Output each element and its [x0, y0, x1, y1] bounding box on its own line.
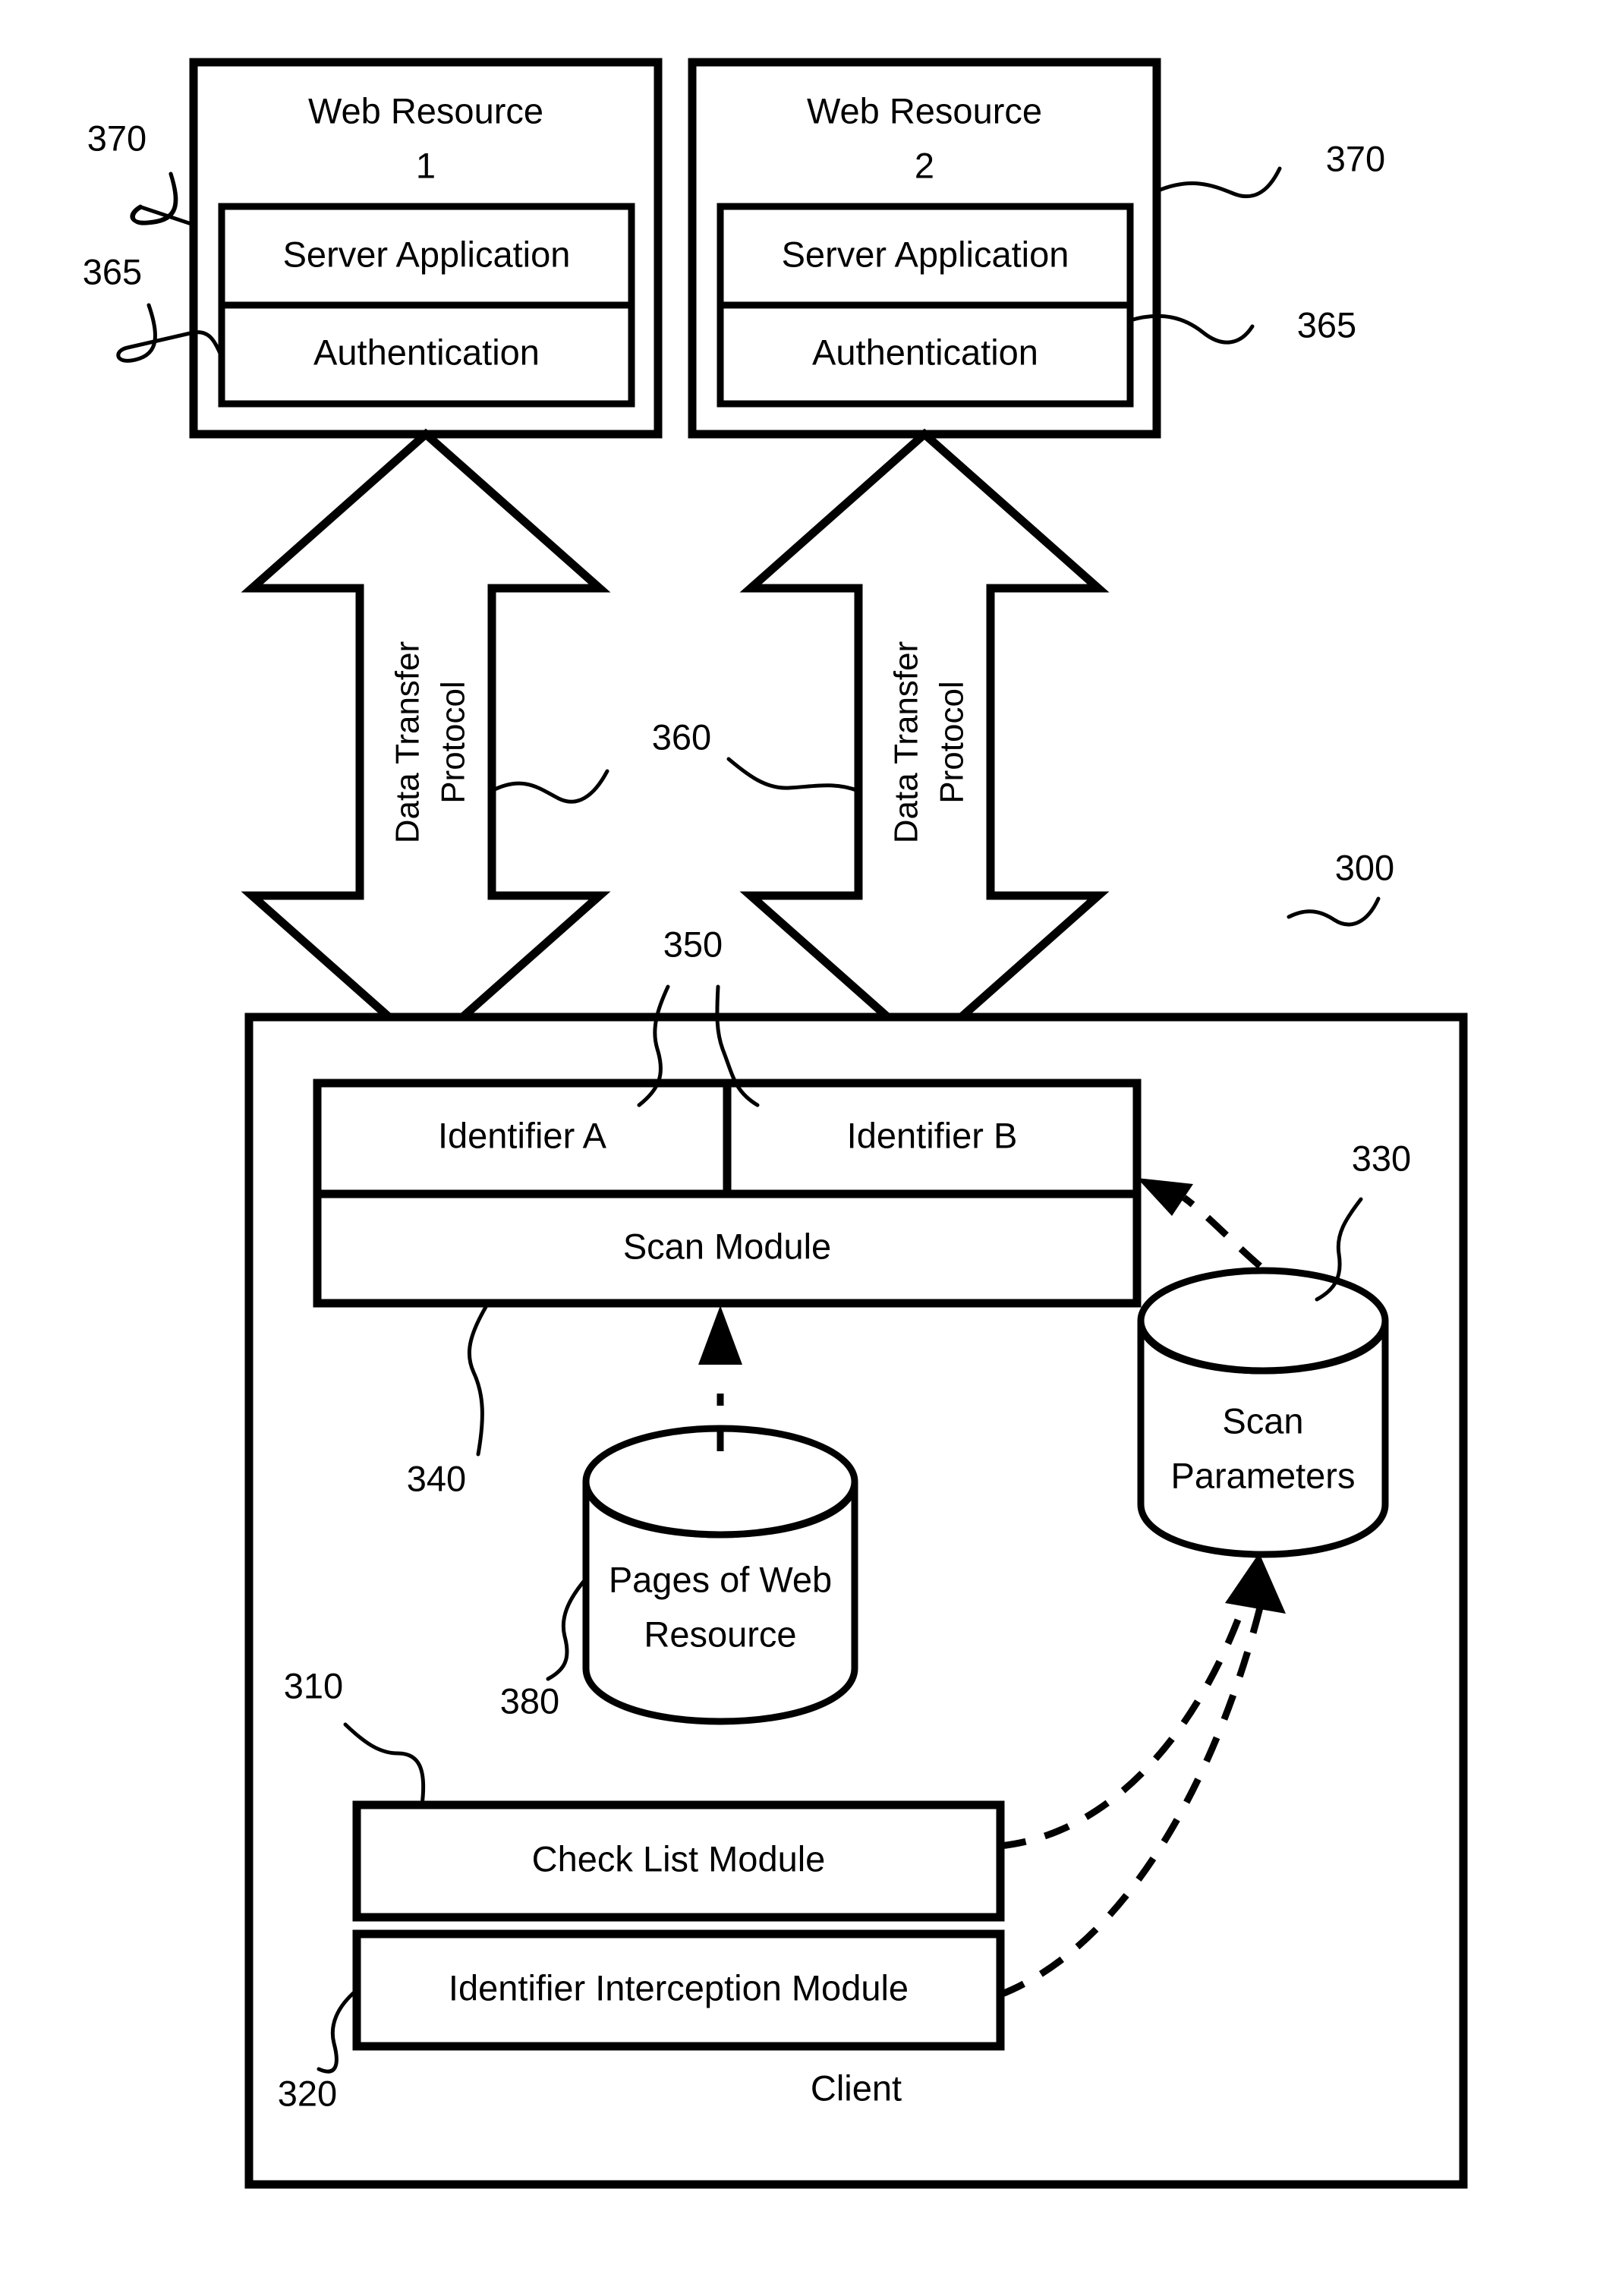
identifier-interception-module-label: Identifier Interception Module — [449, 1967, 909, 2008]
web-resource-2-title-line2: 2 — [915, 145, 934, 185]
ref-365-right-label: 365 — [1297, 304, 1356, 345]
scan-parameters-cylinder-top — [1137, 1267, 1389, 1375]
identifier-interception-module: Identifier Interception Module — [352, 1929, 1005, 2051]
ref-360: 360 — [490, 717, 861, 804]
ref-370-right-label: 370 — [1326, 138, 1385, 178]
web-resource-2-server-application-label: Server Application — [782, 234, 1069, 274]
ref-360-label: 360 — [652, 717, 711, 757]
data-transfer-protocol-right-line1: Data Transfer — [888, 641, 925, 844]
ref-380-label: 380 — [500, 1680, 559, 1721]
ref-300-leader — [1287, 896, 1381, 927]
web-resource-1-title-line2: 1 — [416, 145, 436, 185]
ref-370-left: 370 — [87, 118, 196, 227]
check-list-module: Check List Module — [352, 1800, 1005, 1922]
scan-parameters-store: Scan Parameters — [1137, 1267, 1389, 1558]
web-resource-1-authentication-label: Authentication — [313, 332, 540, 372]
ref-365-right: 365 — [1128, 304, 1356, 345]
patent-figure: Web Resource 1 Server Application Authen… — [0, 0, 1622, 2296]
ref-370-right: 370 — [1154, 138, 1385, 199]
ref-310-label: 310 — [284, 1665, 343, 1705]
scan-parameters-label-line1: Scan — [1222, 1400, 1303, 1441]
identifier-a-label: Identifier A — [438, 1115, 607, 1155]
web-resource-1: Web Resource 1 Server Application Authen… — [189, 58, 663, 439]
client-label: Client — [811, 2068, 902, 2108]
web-resource-2: Web Resource 2 Server Application Authen… — [688, 58, 1161, 439]
ref-320-label: 320 — [278, 2073, 337, 2113]
web-resource-1-title-line1: Web Resource — [308, 90, 543, 131]
pages-of-web-resource-label-line1: Pages of Web — [609, 1559, 832, 1599]
scan-parameters-label-line2: Parameters — [1171, 1455, 1356, 1495]
data-transfer-arrow-left: Data Transfer Protocol — [241, 428, 611, 1056]
web-resource-2-authentication-label: Authentication — [812, 332, 1038, 372]
pages-of-web-resource-label-line2: Resource — [644, 1614, 796, 1654]
ref-370-left-label: 370 — [87, 118, 146, 158]
ref-360-leader-right — [726, 757, 861, 793]
check-list-module-label: Check List Module — [532, 1838, 826, 1879]
data-transfer-arrow-right: Data Transfer Protocol — [739, 428, 1110, 1056]
scan-module-group: Identifier A Identifier B Scan Module — [313, 1079, 1142, 1308]
web-resource-2-title-line1: Web Resource — [807, 90, 1042, 131]
ref-340-label: 340 — [407, 1458, 466, 1498]
data-transfer-protocol-left-line1: Data Transfer — [389, 641, 427, 844]
ref-365-left-label: 365 — [83, 251, 142, 291]
data-transfer-protocol-right-line2: Protocol — [934, 681, 971, 803]
ref-350-label: 350 — [663, 924, 723, 964]
ref-300-label: 300 — [1335, 847, 1394, 887]
pages-of-web-resource-store: Pages of Web Resource — [582, 1425, 858, 1725]
diagram-canvas: Web Resource 1 Server Application Authen… — [83, 58, 1468, 2189]
ref-300: 300 — [1287, 847, 1394, 927]
ref-330-label: 330 — [1352, 1138, 1411, 1178]
web-resource-1-server-application-label: Server Application — [283, 234, 571, 274]
identifier-b-label: Identifier B — [847, 1115, 1018, 1155]
scan-module-label: Scan Module — [623, 1226, 831, 1266]
ref-370-right-leader — [1154, 166, 1282, 199]
data-transfer-protocol-left-line2: Protocol — [435, 681, 472, 803]
ref-360-leader-left — [490, 769, 609, 804]
